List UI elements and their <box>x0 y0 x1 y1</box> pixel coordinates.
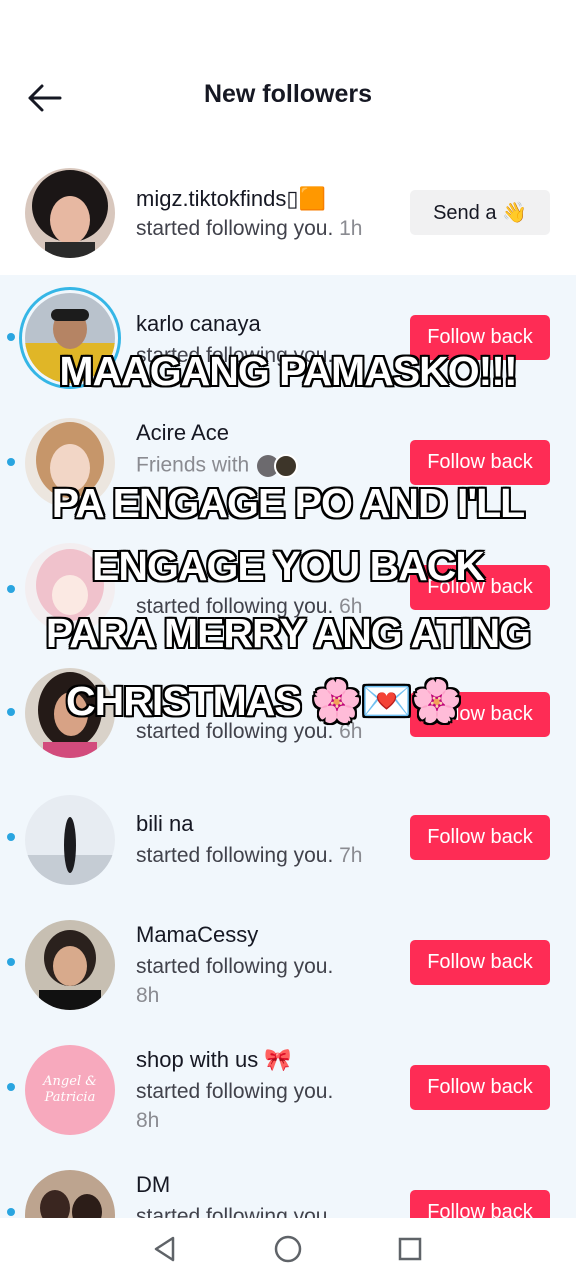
triangle-back-icon <box>154 1236 175 1262</box>
unread-dot <box>7 958 15 966</box>
avatar[interactable]: Angel & Patricia <box>25 1045 115 1135</box>
follower-time: 8h <box>136 984 160 1007</box>
system-nav-bar <box>0 1218 576 1280</box>
follower-row[interactable]: MamaCessy started following you. 8h Foll… <box>0 900 576 1025</box>
overlay-caption-line: PA ENGAGE PO AND I'LL <box>51 480 525 526</box>
square-recent-icon <box>398 1237 422 1261</box>
follow-back-button[interactable]: Follow back <box>410 815 550 860</box>
follower-row[interactable]: Angel & Patricia shop with us 🎀 started … <box>0 1025 576 1150</box>
follower-row[interactable]: migz.tiktokfinds▯🟧 started following you… <box>0 150 576 275</box>
avatar-logo-text: Angel & Patricia <box>43 1074 97 1105</box>
follower-username[interactable]: DM <box>136 1172 170 1198</box>
nav-recent-button[interactable] <box>393 1232 427 1266</box>
follower-status: started following you. <box>136 1080 334 1103</box>
header: New followers <box>0 50 576 142</box>
overlay-caption-line: PARA MERRY ANG ATING <box>45 610 531 656</box>
follower-status: started following you. <box>136 955 334 978</box>
avatar[interactable] <box>25 795 115 885</box>
circle-home-icon <box>274 1235 302 1263</box>
follow-back-button[interactable]: Follow back <box>410 940 550 985</box>
follower-username[interactable]: Acire Ace <box>136 420 229 446</box>
unread-dot <box>7 833 15 841</box>
follower-username[interactable]: migz.tiktokfinds▯🟧 <box>136 186 326 212</box>
follower-row[interactable]: DM started following you. Follow back <box>0 1150 576 1218</box>
follower-time: 8h <box>136 1109 160 1132</box>
nav-home-button[interactable] <box>271 1232 305 1266</box>
follow-back-button[interactable]: Follow back <box>410 1065 550 1110</box>
follow-back-button[interactable]: Follow back <box>410 440 550 485</box>
nav-back-button[interactable] <box>148 1232 182 1266</box>
follower-username[interactable]: shop with us 🎀 <box>136 1047 292 1073</box>
avatar[interactable] <box>25 1170 115 1218</box>
page-title: New followers <box>203 80 373 108</box>
follower-status: started following you. 1h <box>136 217 363 240</box>
overlay-caption-line: CHRISTMAS 🌸💌🌸 <box>66 678 462 724</box>
mutual-friends-avatars <box>257 454 299 478</box>
follower-username[interactable]: bili na <box>136 811 193 837</box>
follow-back-button[interactable]: Follow back <box>410 1190 550 1218</box>
follower-username[interactable]: karlo canaya <box>136 311 261 337</box>
follower-status: started following you. <box>136 1205 334 1218</box>
overlay-caption-line: ENGAGE YOU BACK <box>91 543 485 589</box>
unread-dot <box>7 708 15 716</box>
unread-dot <box>7 333 15 341</box>
unread-dot <box>7 458 15 466</box>
follower-row[interactable]: bili na started following you. 7h Follow… <box>0 775 576 900</box>
avatar[interactable] <box>25 920 115 1010</box>
send-wave-button[interactable]: Send a 👋 <box>410 190 550 235</box>
avatar[interactable] <box>25 168 115 258</box>
follower-status: started following you. 7h <box>136 844 363 867</box>
follower-username[interactable]: MamaCessy <box>136 922 258 948</box>
unread-dot <box>7 1208 15 1216</box>
overlay-caption-line: MAAGANG PAMASKO!!! <box>59 348 517 394</box>
follower-status: Friends with <box>136 453 301 479</box>
unread-dot <box>7 1083 15 1091</box>
